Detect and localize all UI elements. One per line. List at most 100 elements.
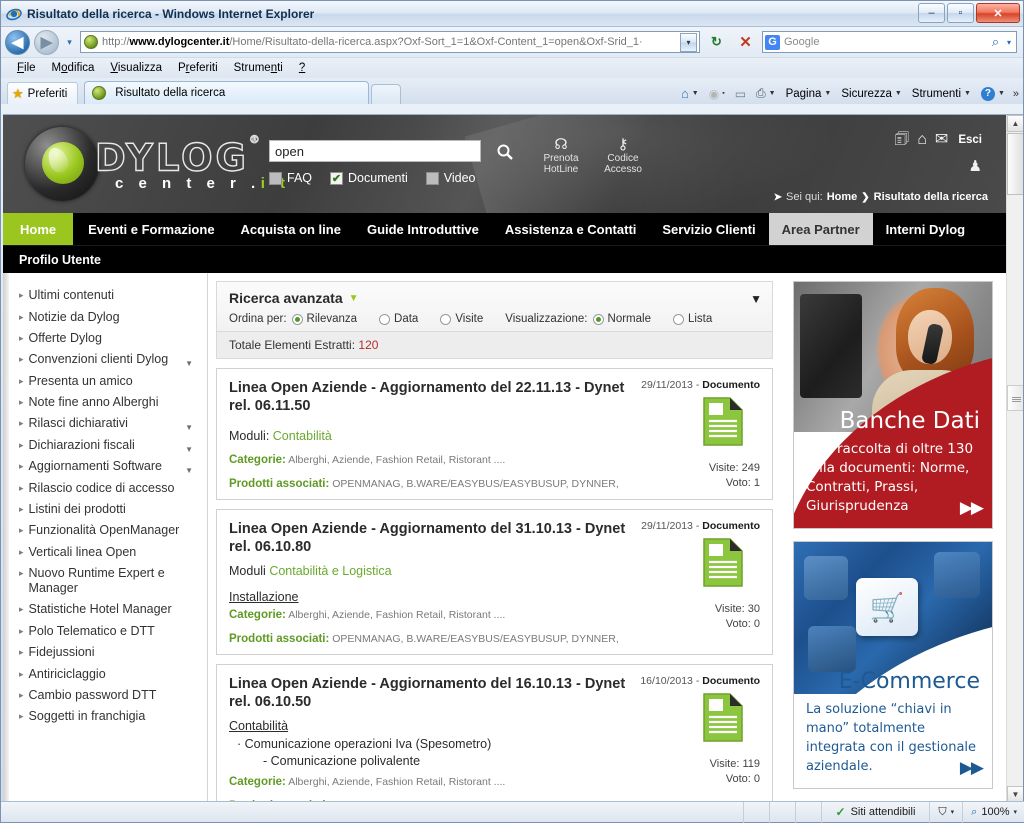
recent-pages-dropdown-icon[interactable]: ▾: [63, 37, 76, 48]
result-title[interactable]: Linea Open Aziende - Aggiornamento del 2…: [229, 379, 629, 415]
sort-option-data[interactable]: Data: [379, 313, 418, 325]
sidebar-item-rilasci-dichiarativi[interactable]: ▸ Rilasci dichiarativi ▼: [13, 413, 207, 434]
sidebar-item-dichiarazioni-fiscali[interactable]: ▸ Dichiarazioni fiscali ▼: [13, 435, 207, 456]
sidebar-item-listini-dei-prodotti[interactable]: ▸ Listini dei prodotti: [13, 499, 207, 520]
sidebar-item-funzionalita-openmanager[interactable]: ▸ Funzionalità OpenManager: [13, 520, 207, 541]
chevron-down-icon[interactable]: ▼: [185, 442, 193, 457]
banner-e-commerce[interactable]: 🛒 E-Commerce La soluzione “chiavi in man…: [793, 541, 993, 789]
search-button[interactable]: [491, 140, 519, 164]
menu-help[interactable]: ?: [291, 60, 313, 76]
user-account-icon[interactable]: ♟: [969, 157, 982, 175]
sidebar-item-nuovo-runtime-expert-e-manager[interactable]: ▸ Nuovo Runtime Expert e Manager: [13, 563, 207, 599]
forward-button[interactable]: ▶: [34, 29, 59, 55]
sort-option-rilevanza[interactable]: Rilevanza: [291, 313, 357, 325]
result-title[interactable]: Linea Open Aziende - Aggiornamento del 3…: [229, 520, 629, 556]
browser-search-box[interactable]: G Google ⌕ ▾: [762, 31, 1017, 53]
nav-item-servizio-clienti[interactable]: Servizio Clienti: [649, 213, 768, 245]
checkbox-video[interactable]: [425, 171, 439, 185]
close-button[interactable]: ✕: [976, 3, 1020, 23]
browser-search-input[interactable]: Google: [784, 36, 987, 48]
home-icon[interactable]: ⌂: [917, 132, 927, 148]
command-home[interactable]: ⌂ ▼: [677, 84, 703, 103]
command-feeds[interactable]: ◉ ▪: [705, 85, 729, 103]
sidebar-item-polo-telematico-e-dtt[interactable]: ▸ Polo Telematico e DTT: [13, 621, 207, 642]
view-option-normale[interactable]: Normale: [592, 313, 651, 325]
nav-item-eventi-e-formazione[interactable]: Eventi e Formazione: [75, 213, 227, 245]
sidebar-item-cambio-password-dtt[interactable]: ▸ Cambio password DTT: [13, 685, 207, 706]
breadcrumb-home[interactable]: Home: [827, 191, 858, 203]
address-bar[interactable]: http://www.dylogcenter.it/Home/Risultato…: [80, 31, 700, 53]
site-logo[interactable]: DYLOG® c e n t e r .i t: [25, 127, 291, 201]
sidebar-item-soggetti-in-franchigia[interactable]: ▸ Soggetti in franchigia: [13, 706, 207, 727]
chevron-down-icon[interactable]: ▼: [185, 356, 193, 371]
command-strumenti[interactable]: Strumenti ▼: [908, 86, 975, 102]
refresh-button[interactable]: ↻: [704, 31, 729, 54]
menu-file[interactable]: File: [9, 60, 44, 76]
result-subheading[interactable]: Contabilità: [229, 719, 760, 733]
command-sicurezza[interactable]: Sicurezza ▼: [837, 86, 905, 102]
result-item[interactable]: Linea Open Aziende - Aggiornamento del 2…: [216, 368, 773, 500]
security-zone[interactable]: ✓ Siti attendibili: [822, 801, 931, 823]
menu-visualizza[interactable]: Visualizza: [102, 60, 170, 76]
result-item[interactable]: Linea Open Aziende - Aggiornamento del 1…: [216, 664, 773, 802]
radio-lista[interactable]: [672, 313, 684, 325]
sidebar-item-rilascio-codice-di-accesso[interactable]: ▸ Rilascio codice di accesso: [13, 477, 207, 498]
sidebar-item-statistiche-hotel-manager[interactable]: ▸ Statistiche Hotel Manager: [13, 599, 207, 620]
command-mail[interactable]: ▭: [731, 85, 750, 103]
nav-item-guide-introduttive[interactable]: Guide Introduttive: [354, 213, 492, 245]
mail-icon[interactable]: ✉: [935, 132, 948, 148]
nav-item-interni-dylog[interactable]: Interni Dylog: [873, 213, 978, 245]
page-scrollbar[interactable]: ▲ ▼: [1006, 115, 1023, 802]
search-provider-dropdown-icon[interactable]: ▾: [1004, 38, 1014, 47]
codice-accesso-action[interactable]: ⚷ Codice Accesso: [595, 137, 651, 175]
command-print[interactable]: ⎙ ▼: [752, 84, 780, 103]
checkbox-documenti[interactable]: ✔: [330, 171, 344, 185]
filter-video[interactable]: Video: [425, 171, 476, 185]
chevron-down-icon[interactable]: ▼: [185, 463, 193, 478]
moduli-values[interactable]: Contabilità e Logistica: [269, 564, 391, 578]
zoom-control[interactable]: ⌕ 100% ▾: [963, 806, 1024, 819]
minimize-button[interactable]: –: [918, 3, 945, 23]
address-dropdown-icon[interactable]: ▾: [680, 32, 697, 52]
command-pagina[interactable]: Pagina ▼: [782, 86, 836, 102]
search-input[interactable]: [269, 140, 481, 162]
new-tab-button[interactable]: [371, 84, 402, 104]
stop-button[interactable]: ✕: [733, 31, 758, 54]
sidebar-item-presenta-un-amico[interactable]: ▸ Presenta un amico: [13, 371, 207, 392]
scrollbar-thumb[interactable]: [1007, 133, 1023, 195]
filter-documenti[interactable]: ✔ Documenti: [330, 171, 408, 185]
scroll-down-button[interactable]: ▼: [1007, 786, 1023, 802]
nav-item-area-partner[interactable]: Area Partner: [768, 213, 873, 245]
radio-rilevanza[interactable]: [291, 313, 303, 325]
banner-arrows-icon[interactable]: ▶▶: [960, 498, 984, 518]
logout-link[interactable]: Esci: [958, 134, 982, 146]
register-icon[interactable]: 🗊: [894, 132, 909, 148]
sidebar-item-note-fine-anno-alberghi[interactable]: ▸ Note fine anno Alberghi: [13, 392, 207, 413]
chevron-down-icon[interactable]: ▼: [185, 420, 193, 435]
tab-risultato-della-ricerca[interactable]: Risultato della ricerca: [84, 81, 370, 104]
search-go-icon[interactable]: ⌕: [987, 34, 1004, 50]
prenota-hotline-action[interactable]: ☊ Prenota HotLine: [533, 137, 589, 175]
moduli-values[interactable]: Contabilità: [273, 429, 332, 443]
sidebar-item-aggiornamenti-software[interactable]: ▸ Aggiornamenti Software ▼: [13, 456, 207, 477]
sidebar-item-offerte-dylog[interactable]: ▸ Offerte Dylog: [13, 328, 207, 349]
checkbox-faq[interactable]: [269, 171, 282, 185]
sidebar-item-fidejussioni[interactable]: ▸ Fidejussioni: [13, 642, 207, 663]
radio-data[interactable]: [379, 313, 391, 325]
protected-mode[interactable]: ⛉ ▾: [930, 801, 964, 823]
scroll-up-button[interactable]: ▲: [1007, 115, 1023, 132]
nav-item-home[interactable]: Home: [3, 213, 74, 245]
command-help[interactable]: ? ▼: [977, 85, 1009, 103]
back-button[interactable]: ◀: [5, 29, 30, 55]
sidebar-item-ultimi-contenuti[interactable]: ▸ Ultimi contenuti: [13, 285, 207, 306]
favorites-button[interactable]: ★ Preferiti: [7, 82, 79, 104]
menu-preferiti[interactable]: Preferiti: [170, 60, 226, 76]
nav-item-assistenza-e-contatti[interactable]: Assistenza e Contatti: [492, 213, 649, 245]
banner-banche-dati[interactable]: Banche Dati Una raccolta di oltre 130 mi…: [793, 281, 993, 529]
sidebar-item-antiriciclaggio[interactable]: ▸ Antiriciclaggio: [13, 663, 207, 684]
menu-strumenti[interactable]: Strumenti: [226, 60, 291, 76]
result-subheading[interactable]: Installazione: [229, 590, 760, 604]
advanced-search-toggle-icon[interactable]: ▼: [750, 292, 762, 306]
command-overflow-icon[interactable]: »: [1011, 88, 1019, 100]
sidebar-item-notizie-da-dylog[interactable]: ▸ Notizie da Dylog: [13, 306, 207, 327]
